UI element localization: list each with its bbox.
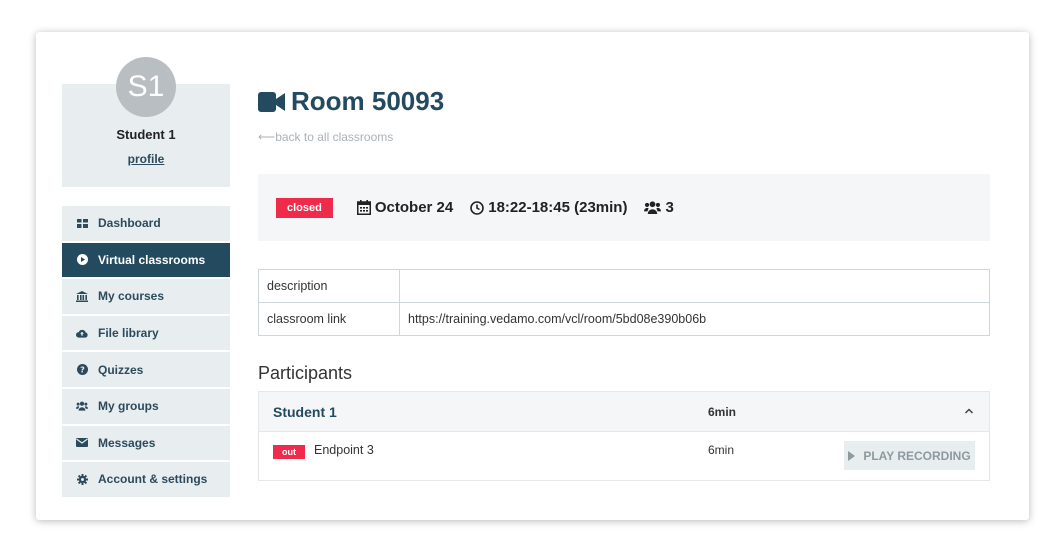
question-circle-icon: ? bbox=[76, 364, 88, 376]
table-cell-key: classroom link bbox=[258, 302, 400, 336]
sidebar-item-file-library[interactable]: File library bbox=[62, 315, 230, 351]
sidebar-item-label: My groups bbox=[98, 399, 159, 414]
envelope-icon bbox=[76, 437, 88, 449]
sidebar-item-account-settings[interactable]: Account & settings bbox=[62, 462, 230, 497]
sidebar-item-label: Account & settings bbox=[98, 472, 208, 487]
avatar: S1 bbox=[116, 57, 176, 117]
users-icon bbox=[76, 400, 88, 412]
participant-duration: 6min bbox=[708, 405, 737, 419]
status-badge: closed bbox=[276, 197, 333, 218]
gear-icon bbox=[76, 473, 88, 485]
endpoint-duration: 6min bbox=[708, 443, 735, 457]
table-row: description bbox=[258, 269, 990, 303]
sidebar-item-label: Dashboard bbox=[98, 216, 161, 231]
table-row: classroom link https://training.vedamo.c… bbox=[258, 302, 990, 336]
participants-count-text: 3 bbox=[665, 199, 674, 216]
video-camera-icon bbox=[258, 91, 285, 112]
classroom-link-value[interactable]: https://training.vedamo.com/vcl/room/5bd… bbox=[399, 302, 990, 336]
table-cell-key: description bbox=[258, 269, 400, 303]
table-cell-value bbox=[399, 269, 990, 303]
student-name: Student 1 bbox=[116, 127, 176, 142]
endpoint-row: out Endpoint 3 6min PLAY RECORDING bbox=[259, 432, 989, 480]
play-circle-icon bbox=[76, 254, 88, 266]
sidebar-item-my-courses[interactable]: My courses bbox=[62, 279, 230, 314]
endpoint-status-badge: out bbox=[273, 445, 305, 459]
dashboard-icon bbox=[76, 217, 88, 229]
sidebar-item-label: File library bbox=[98, 326, 159, 341]
clock-icon bbox=[470, 200, 485, 215]
sidebar-item-my-groups[interactable]: My groups bbox=[62, 388, 230, 424]
arrow-left-icon: ⟵ bbox=[258, 130, 276, 144]
participant-name: Student 1 bbox=[273, 404, 337, 420]
cloud-upload-icon bbox=[76, 327, 88, 339]
endpoint-name: Endpoint 3 bbox=[314, 443, 374, 457]
session-date: October 24 bbox=[356, 199, 454, 216]
back-link-label: back to all classrooms bbox=[275, 130, 394, 144]
participants-count: 3 bbox=[644, 199, 674, 216]
room-title-text: Room 50093 bbox=[291, 86, 445, 116]
sidebar-item-messages[interactable]: Messages bbox=[62, 425, 230, 461]
users-icon bbox=[644, 201, 662, 214]
sidebar-item-virtual-classrooms[interactable]: Virtual classrooms bbox=[62, 242, 230, 278]
participant-header[interactable]: Student 1 6min bbox=[259, 392, 989, 432]
session-time: 18:22-18:45 (23min) bbox=[470, 199, 627, 216]
sidebar-item-label: My courses bbox=[98, 289, 165, 304]
sidebar-item-quizzes[interactable]: ? Quizzes bbox=[62, 352, 230, 387]
page-title: Room 50093 bbox=[258, 86, 444, 117]
sidebar-item-label: Quizzes bbox=[98, 362, 144, 377]
sidebar-item-label: Messages bbox=[98, 435, 156, 450]
profile-link[interactable]: profile bbox=[62, 152, 230, 166]
institution-icon bbox=[76, 290, 88, 302]
calendar-icon bbox=[356, 200, 371, 215]
play-recording-label: PLAY RECORDING bbox=[863, 448, 971, 463]
participants-panel: Student 1 6min out Endpoint 3 6min PLAY … bbox=[258, 391, 990, 481]
room-details-table: description classroom link https://train… bbox=[258, 269, 990, 336]
play-recording-button[interactable]: PLAY RECORDING bbox=[844, 441, 975, 470]
back-to-classrooms-link[interactable]: ⟵back to all classrooms bbox=[258, 130, 393, 144]
sidebar-item-dashboard[interactable]: Dashboard bbox=[62, 206, 230, 241]
session-date-text: October 24 bbox=[374, 199, 454, 216]
participants-heading: Participants bbox=[258, 363, 353, 383]
session-time-text: 18:22-18:45 (23min) bbox=[488, 199, 628, 216]
sidebar-menu: Dashboard Virtual classrooms My courses … bbox=[62, 206, 230, 499]
sidebar-item-label: Virtual classrooms bbox=[98, 252, 206, 267]
play-icon bbox=[848, 450, 856, 461]
svg-text:?: ? bbox=[80, 366, 85, 375]
session-info-bar: closed October 24 18:22-18:45 (23min) 3 bbox=[258, 174, 990, 241]
chevron-up-icon[interactable] bbox=[963, 404, 975, 416]
